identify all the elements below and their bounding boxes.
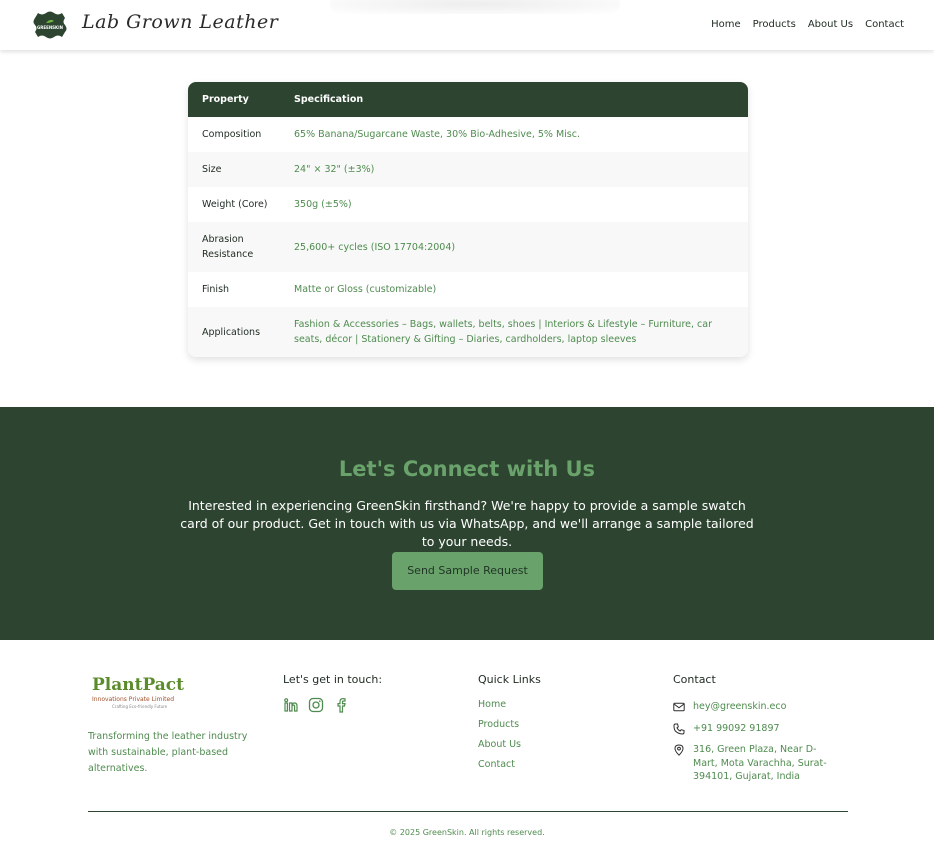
footer-link-products[interactable]: Products — [478, 719, 521, 739]
row-specification: Matte or Gloss (customizable) — [294, 284, 437, 295]
table-row: Composition 65% Banana/Sugarcane Waste, … — [188, 117, 748, 152]
site-footer: PlantPact Innovations Private Limited Cr… — [0, 640, 934, 856]
nav-home-link[interactable]: Home — [711, 19, 741, 30]
facebook-icon[interactable] — [333, 697, 349, 713]
plantpact-logo-tagline: Crafting Eco-friendly Future — [112, 704, 168, 709]
table-header-row: Property Specification — [188, 82, 748, 117]
row-specification: 350g (±5%) — [294, 199, 352, 210]
row-specification: 65% Banana/Sugarcane Waste, 30% Bio-Adhe… — [294, 129, 580, 140]
row-specification: 25,600+ cycles (ISO 17704:2004) — [294, 241, 456, 253]
contact-email-item[interactable]: hey@greenskin.eco — [673, 700, 833, 714]
footer-link-about[interactable]: About Us — [478, 739, 521, 759]
footer-link-home[interactable]: Home — [478, 699, 521, 719]
table-row: Abrasion Resistance 25,600+ cycles (ISO … — [188, 222, 748, 272]
contact-details: hey@greenskin.eco +91 99092 91897 316, G… — [673, 700, 833, 792]
table-row: Finish Matte or Gloss (customizable) — [188, 272, 748, 307]
row-property: Size — [202, 164, 222, 175]
site-header: GREENSKIN Lab Grown Leather Home Product… — [0, 0, 934, 50]
nav-about-link[interactable]: About Us — [808, 19, 853, 30]
specification-table: Property Specification Composition 65% B… — [188, 82, 748, 357]
header-specification: Specification — [294, 94, 364, 105]
footer-description: Transforming the leather industry with s… — [88, 731, 248, 774]
contact-title: Contact — [673, 673, 716, 686]
table-row: Weight (Core) 350g (±5%) — [188, 187, 748, 222]
instagram-icon[interactable] — [308, 697, 324, 713]
nav-products-link[interactable]: Products — [753, 19, 796, 30]
table-row: Size 24" × 32" (±3%) — [188, 152, 748, 187]
contact-phone-item[interactable]: +91 99092 91897 — [673, 722, 833, 736]
location-pin-icon — [674, 744, 684, 756]
header-shadow-decoration — [330, 0, 620, 14]
logo-wordmark: GREENSKIN — [37, 25, 63, 30]
header-property: Property — [202, 94, 249, 105]
row-property: Finish — [202, 284, 230, 295]
touch-title: Let's get in touch: — [283, 673, 383, 686]
footer-link-contact[interactable]: Contact — [478, 759, 521, 779]
linkedin-icon[interactable] — [283, 697, 299, 713]
plantpact-logo-subtitle: Innovations Private Limited — [92, 696, 174, 703]
contact-email[interactable]: hey@greenskin.eco — [693, 700, 786, 714]
table-row: Applications Fashion & Accessories – Bag… — [188, 307, 748, 357]
plantpact-logo[interactable]: PlantPact Innovations Private Limited Cr… — [92, 675, 188, 715]
connect-section: Let's Connect with Us Interested in expe… — [0, 407, 934, 640]
connect-title: Let's Connect with Us — [338, 457, 596, 481]
main-nav: Home Products About Us Contact — [711, 19, 904, 30]
row-property: Weight (Core) — [202, 199, 268, 210]
footer-divider — [88, 811, 848, 812]
contact-address-item: 316, Green Plaza, Near D-Mart, Mota Vara… — [673, 743, 833, 784]
social-links — [283, 697, 349, 713]
quick-links-list: Home Products About Us Contact — [478, 699, 521, 779]
contact-address: 316, Green Plaza, Near D-Mart, Mota Vara… — [693, 744, 827, 782]
row-property: Abrasion Resistance — [202, 234, 254, 260]
greenskin-logo-icon[interactable]: GREENSKIN — [32, 10, 68, 40]
row-property: Composition — [202, 129, 262, 140]
row-specification: Fashion & Accessories – Bags, wallets, b… — [294, 319, 712, 345]
plantpact-logo-name: PlantPact — [92, 675, 185, 695]
contact-phone[interactable]: +91 99092 91897 — [693, 722, 780, 736]
phone-icon — [673, 723, 685, 735]
quick-links-title: Quick Links — [478, 673, 541, 686]
connect-description: Interested in experiencing GreenSkin fir… — [180, 498, 754, 549]
row-specification: 24" × 32" (±3%) — [294, 164, 375, 175]
mail-icon — [673, 702, 685, 712]
row-property: Applications — [202, 326, 261, 338]
copyright-text: © 2025 GreenSkin. All rights reserved. — [389, 828, 545, 837]
send-sample-request-button[interactable]: Send Sample Request — [392, 552, 543, 590]
site-brand-title[interactable]: Lab Grown Leather — [82, 11, 278, 33]
nav-contact-link[interactable]: Contact — [865, 19, 904, 30]
